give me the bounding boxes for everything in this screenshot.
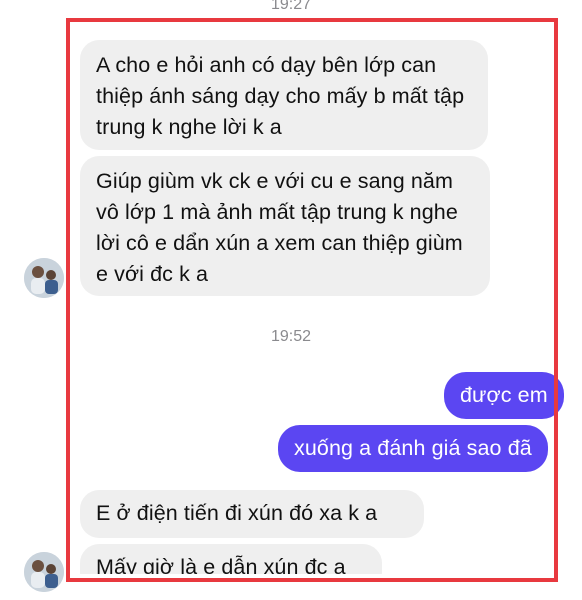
incoming-message-3[interactable]: E ở điện tiến đi xún đó xa k a — [80, 490, 424, 538]
chat-thread: 19:27 A cho e hỏi anh có dạy bên lớp can… — [0, 0, 582, 600]
outgoing-message-1[interactable]: được em — [444, 372, 564, 419]
outgoing-message-2[interactable]: xuống a đánh giá sao đã — [278, 425, 548, 472]
sender-avatar-2[interactable] — [24, 552, 64, 592]
avatar-photo-icon — [24, 258, 64, 298]
frame-bottom-mask — [70, 574, 550, 600]
incoming-message-1[interactable]: A cho e hỏi anh có dạy bên lớp can thiệp… — [80, 40, 488, 150]
timestamp-middle: 19:52 — [270, 328, 312, 345]
avatar-photo-icon — [24, 552, 64, 592]
incoming-message-2[interactable]: Giúp giùm vk ck e với cu e sang năm vô l… — [80, 156, 490, 296]
timestamp-top: 19:27 — [270, 0, 312, 13]
sender-avatar[interactable] — [24, 258, 64, 298]
